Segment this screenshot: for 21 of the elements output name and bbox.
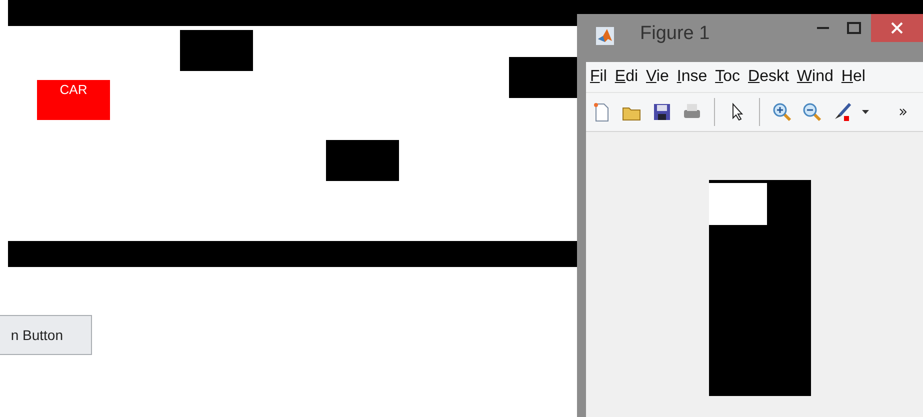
close-icon: [891, 22, 903, 34]
maximize-icon: [847, 22, 861, 34]
menu-item[interactable]: Fil: [590, 68, 607, 86]
obstacle: [509, 57, 579, 98]
menu-item[interactable]: Hel: [841, 68, 866, 86]
menu-item[interactable]: Wind: [796, 68, 834, 86]
app-logo-icon: [596, 27, 614, 45]
chevron-icon: [899, 108, 907, 116]
push-button[interactable]: n Button: [0, 315, 92, 355]
menu-item[interactable]: Deskt: [748, 68, 789, 86]
menu-item[interactable]: Toc: [715, 68, 740, 86]
zoom-out-icon: [801, 101, 823, 123]
menu-item[interactable]: Vie: [646, 68, 669, 86]
caret-icon: [862, 110, 868, 114]
car: CAR: [37, 80, 110, 120]
window-title: Figure 1: [640, 23, 710, 45]
zoom-in-icon: [771, 101, 793, 123]
menu-item[interactable]: Edi: [614, 68, 638, 86]
menu-item[interactable]: Inse: [676, 68, 708, 86]
close-button[interactable]: [871, 14, 923, 42]
minimize-icon: [817, 27, 829, 29]
